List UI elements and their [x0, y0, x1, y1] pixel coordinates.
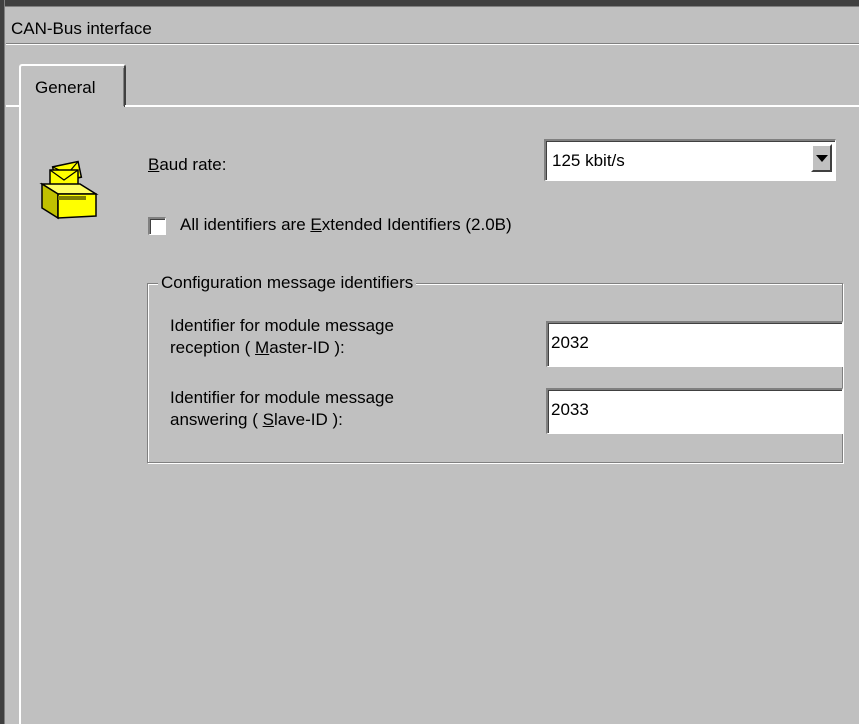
message-tray-icon	[36, 160, 100, 220]
baud-rate-select[interactable]: 125 kbit/s	[544, 139, 836, 181]
window-frame-left	[0, 0, 5, 724]
title-bar: CAN-Bus interface	[6, 8, 859, 44]
master-id-input[interactable]: 2032	[546, 321, 843, 367]
tab-general-label: General	[35, 78, 96, 97]
panel-border-top-left	[6, 105, 20, 107]
slave-id-input[interactable]: 2033	[546, 388, 843, 434]
panel-border-top-right	[125, 105, 859, 107]
dropdown-button[interactable]	[811, 144, 832, 172]
tab-general[interactable]: General	[19, 64, 126, 107]
extended-identifiers-label[interactable]: All identifiers are Extended Identifiers…	[180, 215, 512, 235]
group-title: Configuration message identifiers	[158, 273, 417, 293]
tab-shadow	[123, 68, 124, 106]
slave-id-value: 2033	[551, 400, 589, 419]
chevron-down-icon	[816, 155, 828, 162]
window-frame-top	[0, 0, 859, 7]
slave-id-label: Identifier for module message answering …	[170, 388, 394, 429]
master-id-value: 2032	[551, 333, 589, 352]
baud-rate-value: 125 kbit/s	[552, 151, 625, 170]
extended-identifiers-checkbox[interactable]	[148, 217, 166, 235]
config-identifiers-group	[147, 283, 843, 463]
window-title: CAN-Bus interface	[11, 19, 152, 38]
baud-rate-label: Baud rate:	[148, 155, 227, 174]
title-bar-divider	[6, 44, 859, 45]
master-id-label: Identifier for module message reception …	[170, 316, 394, 357]
panel-border-left	[19, 105, 21, 724]
